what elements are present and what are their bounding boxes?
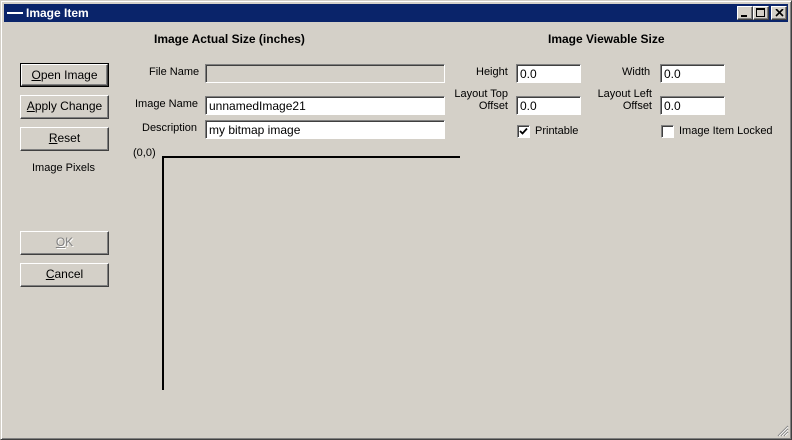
checkmark-icon xyxy=(519,127,528,135)
layout-top-offset-field[interactable]: 0.0 xyxy=(516,96,581,115)
file-name-label: File Name xyxy=(149,66,200,78)
preview-y-axis xyxy=(162,156,164,390)
title-bar[interactable]: Image Item xyxy=(4,4,788,22)
window-menu-icon[interactable] xyxy=(7,12,23,14)
image-item-locked-label[interactable]: Image Item Locked xyxy=(679,125,773,138)
maximize-button[interactable] xyxy=(753,6,769,20)
minimize-icon xyxy=(741,15,747,17)
width-field[interactable]: 0.0 xyxy=(660,64,725,83)
actual-size-header: Image Actual Size (inches) xyxy=(154,32,305,46)
image-pixels-label: Image Pixels xyxy=(32,162,95,174)
description-label: Description xyxy=(142,122,198,134)
image-name-field[interactable]: unnamedImage21 xyxy=(205,96,445,115)
viewable-size-header: Image Viewable Size xyxy=(548,32,665,46)
ok-button[interactable]: OK xyxy=(20,231,109,255)
open-image-button[interactable]: Open Image xyxy=(20,63,109,87)
minimize-button[interactable] xyxy=(737,6,753,20)
cancel-button[interactable]: Cancel xyxy=(20,263,109,287)
image-item-locked-checkbox[interactable] xyxy=(661,125,674,138)
height-label: Height xyxy=(476,66,508,78)
image-item-dialog: Image Item Open Image Apply Change Reset… xyxy=(0,0,792,440)
printable-checkbox[interactable] xyxy=(517,125,530,138)
image-name-label: Image Name xyxy=(135,98,198,110)
origin-label: (0,0) xyxy=(133,147,156,159)
maximize-icon xyxy=(756,8,765,17)
reset-button[interactable]: Reset xyxy=(20,127,109,151)
width-label: Width xyxy=(622,66,651,78)
layout-top-offset-label: Layout Top Offset xyxy=(454,88,508,112)
close-button[interactable] xyxy=(771,6,787,20)
preview-x-axis xyxy=(162,156,460,158)
window-title: Image Item xyxy=(26,6,89,20)
file-name-field xyxy=(205,64,445,83)
layout-left-offset-field[interactable]: 0.0 xyxy=(660,96,725,115)
resize-grip-icon[interactable] xyxy=(777,425,789,437)
height-field[interactable]: 0.0 xyxy=(516,64,581,83)
apply-change-button[interactable]: Apply Change xyxy=(20,95,109,119)
layout-left-offset-label: Layout Left Offset xyxy=(597,88,652,112)
close-icon xyxy=(775,9,784,17)
description-field[interactable]: my bitmap image xyxy=(205,120,445,139)
printable-label[interactable]: Printable xyxy=(535,125,578,138)
